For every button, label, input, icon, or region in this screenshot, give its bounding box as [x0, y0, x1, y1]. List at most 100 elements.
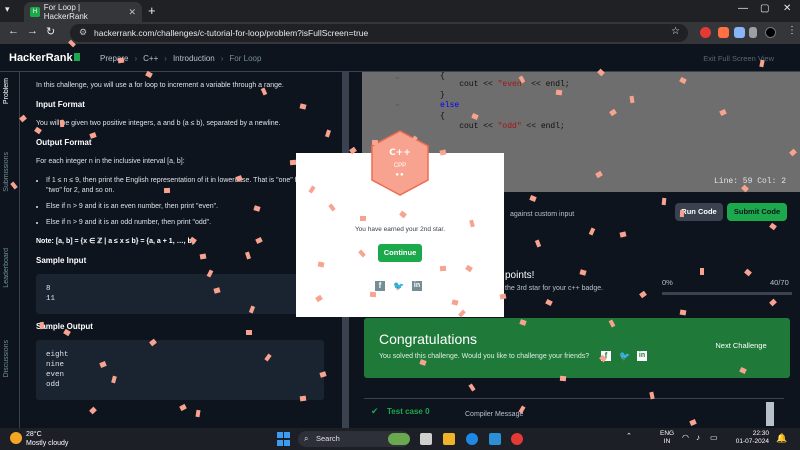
vscode-icon[interactable] — [489, 433, 501, 445]
fold-chevron-icon[interactable]: ⌄ — [394, 99, 401, 108]
output-rules-list: If 1 ≤ n ≤ 9, then print the English rep… — [46, 176, 324, 228]
tab-submissions[interactable]: Submissions — [3, 152, 10, 192]
custom-input-label: against custom input — [510, 211, 575, 218]
notifications-icon[interactable]: 🔔 — [776, 433, 787, 444]
input-language[interactable]: ENG IN — [660, 430, 674, 446]
code-line: else — [440, 101, 460, 110]
windows-start-icon[interactable] — [277, 432, 291, 446]
sample-input-line: 8 — [46, 285, 51, 293]
facebook-share-icon[interactable]: f — [375, 281, 385, 291]
problem-intro: In this challenge, you will use a for lo… — [36, 82, 284, 89]
weather-cloud-icon — [10, 432, 22, 444]
tray-chevron-icon[interactable]: ⌃ — [626, 432, 632, 440]
side-panel-icon[interactable] — [749, 27, 757, 38]
next-star-hint: the 3rd star for your c++ badge. — [505, 285, 604, 292]
clock-time: 22:30 — [752, 430, 769, 437]
breadcrumb-separator-icon: › — [164, 54, 167, 63]
battery-icon[interactable]: ▭ — [710, 433, 718, 442]
sample-output-line: nine — [46, 361, 65, 369]
reload-icon[interactable]: ↻ — [46, 25, 55, 38]
breadcrumb-separator-icon: › — [220, 54, 224, 63]
problem-panel: In this challenge, you will use a for lo… — [22, 72, 338, 428]
bookmark-star-icon[interactable]: ☆ — [671, 26, 680, 37]
hackerrank-logo[interactable]: HackerRank — [9, 52, 80, 64]
submit-code-button[interactable]: Submit Code — [727, 203, 787, 221]
forward-icon[interactable]: → — [27, 25, 38, 37]
close-tab-icon[interactable]: ✕ — [128, 7, 136, 18]
badge-code: CPP — [393, 163, 407, 169]
browser-tab[interactable]: H For Loop | HackerRank ✕ — [24, 2, 142, 22]
tab-leaderboard[interactable]: Leaderboard — [3, 248, 10, 288]
breadcrumb-cpp[interactable]: C++ — [143, 54, 158, 63]
tab-problem[interactable]: Problem — [3, 78, 10, 104]
minimize-icon[interactable]: — — [738, 3, 748, 14]
test-case-row: ✔ Test case 0 Compiler Message — [364, 398, 784, 426]
confetti-piece — [559, 375, 567, 382]
edge-icon[interactable] — [466, 433, 478, 445]
menu-dots-icon[interactable]: ⋮ — [787, 25, 797, 36]
cursor-position: Line: 59 Col: 2 — [713, 177, 786, 186]
browser-toolbar: ← → ↻ ⚙ hackerrank.com/challenges/c-tuto… — [0, 22, 800, 44]
windows-taskbar: 28°C Mostly cloudy ⌕ Search ⌃ ENG IN ◠ ♪… — [0, 428, 800, 450]
url-text: hackerrank.com/challenges/c-tutorial-for… — [94, 28, 369, 38]
output-rule: Else if n > 9 and it is an odd number, t… — [46, 218, 324, 228]
search-highlight-icon[interactable] — [388, 433, 410, 445]
test-case-tab[interactable]: Test case 0 — [387, 407, 430, 416]
confetti-piece — [245, 329, 253, 336]
confetti-piece — [661, 197, 667, 206]
output-rule: Else if n > 9 and it is an even number, … — [46, 202, 324, 212]
congratulations-subtitle: You solved this challenge. Would you lik… — [379, 353, 590, 360]
confetti-piece — [289, 159, 297, 166]
maximize-icon[interactable]: ▢ — [760, 3, 769, 14]
clock-date: 01-07-2024 — [735, 438, 769, 445]
extension-orange-icon[interactable] — [718, 27, 729, 38]
next-challenge-button[interactable]: Next Challenge — [700, 336, 782, 356]
confetti-piece — [317, 261, 325, 268]
sample-input-line: 11 — [46, 295, 56, 303]
confetti-piece — [700, 268, 704, 275]
tab-title: For Loop | HackerRank — [43, 3, 88, 21]
system-clock[interactable]: 22:30 01-07-2024 — [733, 430, 769, 446]
confetti-piece — [371, 139, 379, 146]
weather-text: 28°C Mostly cloudy — [26, 430, 68, 448]
window-close-icon[interactable]: ✕ — [783, 3, 791, 14]
breadcrumb-introduction[interactable]: Introduction — [173, 54, 215, 63]
points-text: points! — [505, 270, 535, 281]
sample-input-heading: Sample Input — [36, 256, 87, 265]
task-view-icon[interactable] — [420, 433, 432, 445]
continue-button[interactable]: Continue — [378, 244, 422, 262]
back-icon[interactable]: ← — [8, 25, 19, 37]
twitter-share-icon[interactable]: 🐦 — [393, 281, 404, 291]
confetti-piece — [299, 395, 307, 402]
confetti-piece — [679, 309, 687, 316]
site-info-icon[interactable]: ⚙ — [79, 27, 87, 38]
confetti-piece — [59, 119, 65, 128]
chrome-icon[interactable] — [511, 433, 523, 445]
twitter-share-icon[interactable]: 🐦 — [619, 351, 630, 361]
breadcrumb-current: For Loop — [229, 54, 262, 63]
confetti-piece — [39, 321, 45, 330]
left-tab-rail: Problem Submissions Leaderboard Discussi… — [0, 72, 20, 428]
confetti-piece — [163, 187, 171, 194]
wifi-icon[interactable]: ◠ — [682, 433, 689, 442]
confetti-piece — [359, 215, 367, 222]
output-format-text: For each integer n in the inclusive inte… — [36, 158, 185, 165]
confetti-piece — [117, 57, 125, 64]
badge-stars: ●● — [395, 172, 405, 178]
profile-avatar-icon[interactable] — [765, 27, 776, 38]
extension-red-icon[interactable] — [700, 27, 711, 38]
file-explorer-icon[interactable] — [443, 433, 455, 445]
code-line: } — [440, 91, 445, 100]
address-bar[interactable]: ⚙ hackerrank.com/challenges/c-tutorial-f… — [70, 24, 688, 42]
tab-discussions[interactable]: Discussions — [3, 340, 10, 377]
volume-icon[interactable]: ♪ — [696, 433, 700, 442]
linkedin-share-icon[interactable]: in — [412, 281, 422, 291]
compiler-message-label: Compiler Message — [465, 411, 524, 418]
fold-chevron-icon[interactable]: ⌄ — [394, 72, 401, 81]
results-scrollbar[interactable] — [766, 402, 774, 426]
linkedin-share-icon[interactable]: in — [637, 351, 647, 361]
code-line: { — [440, 112, 445, 121]
tab-search-icon[interactable]: ▾ — [5, 4, 10, 15]
extension-puzzle-icon[interactable] — [734, 27, 745, 38]
new-tab-icon[interactable]: + — [148, 3, 156, 18]
